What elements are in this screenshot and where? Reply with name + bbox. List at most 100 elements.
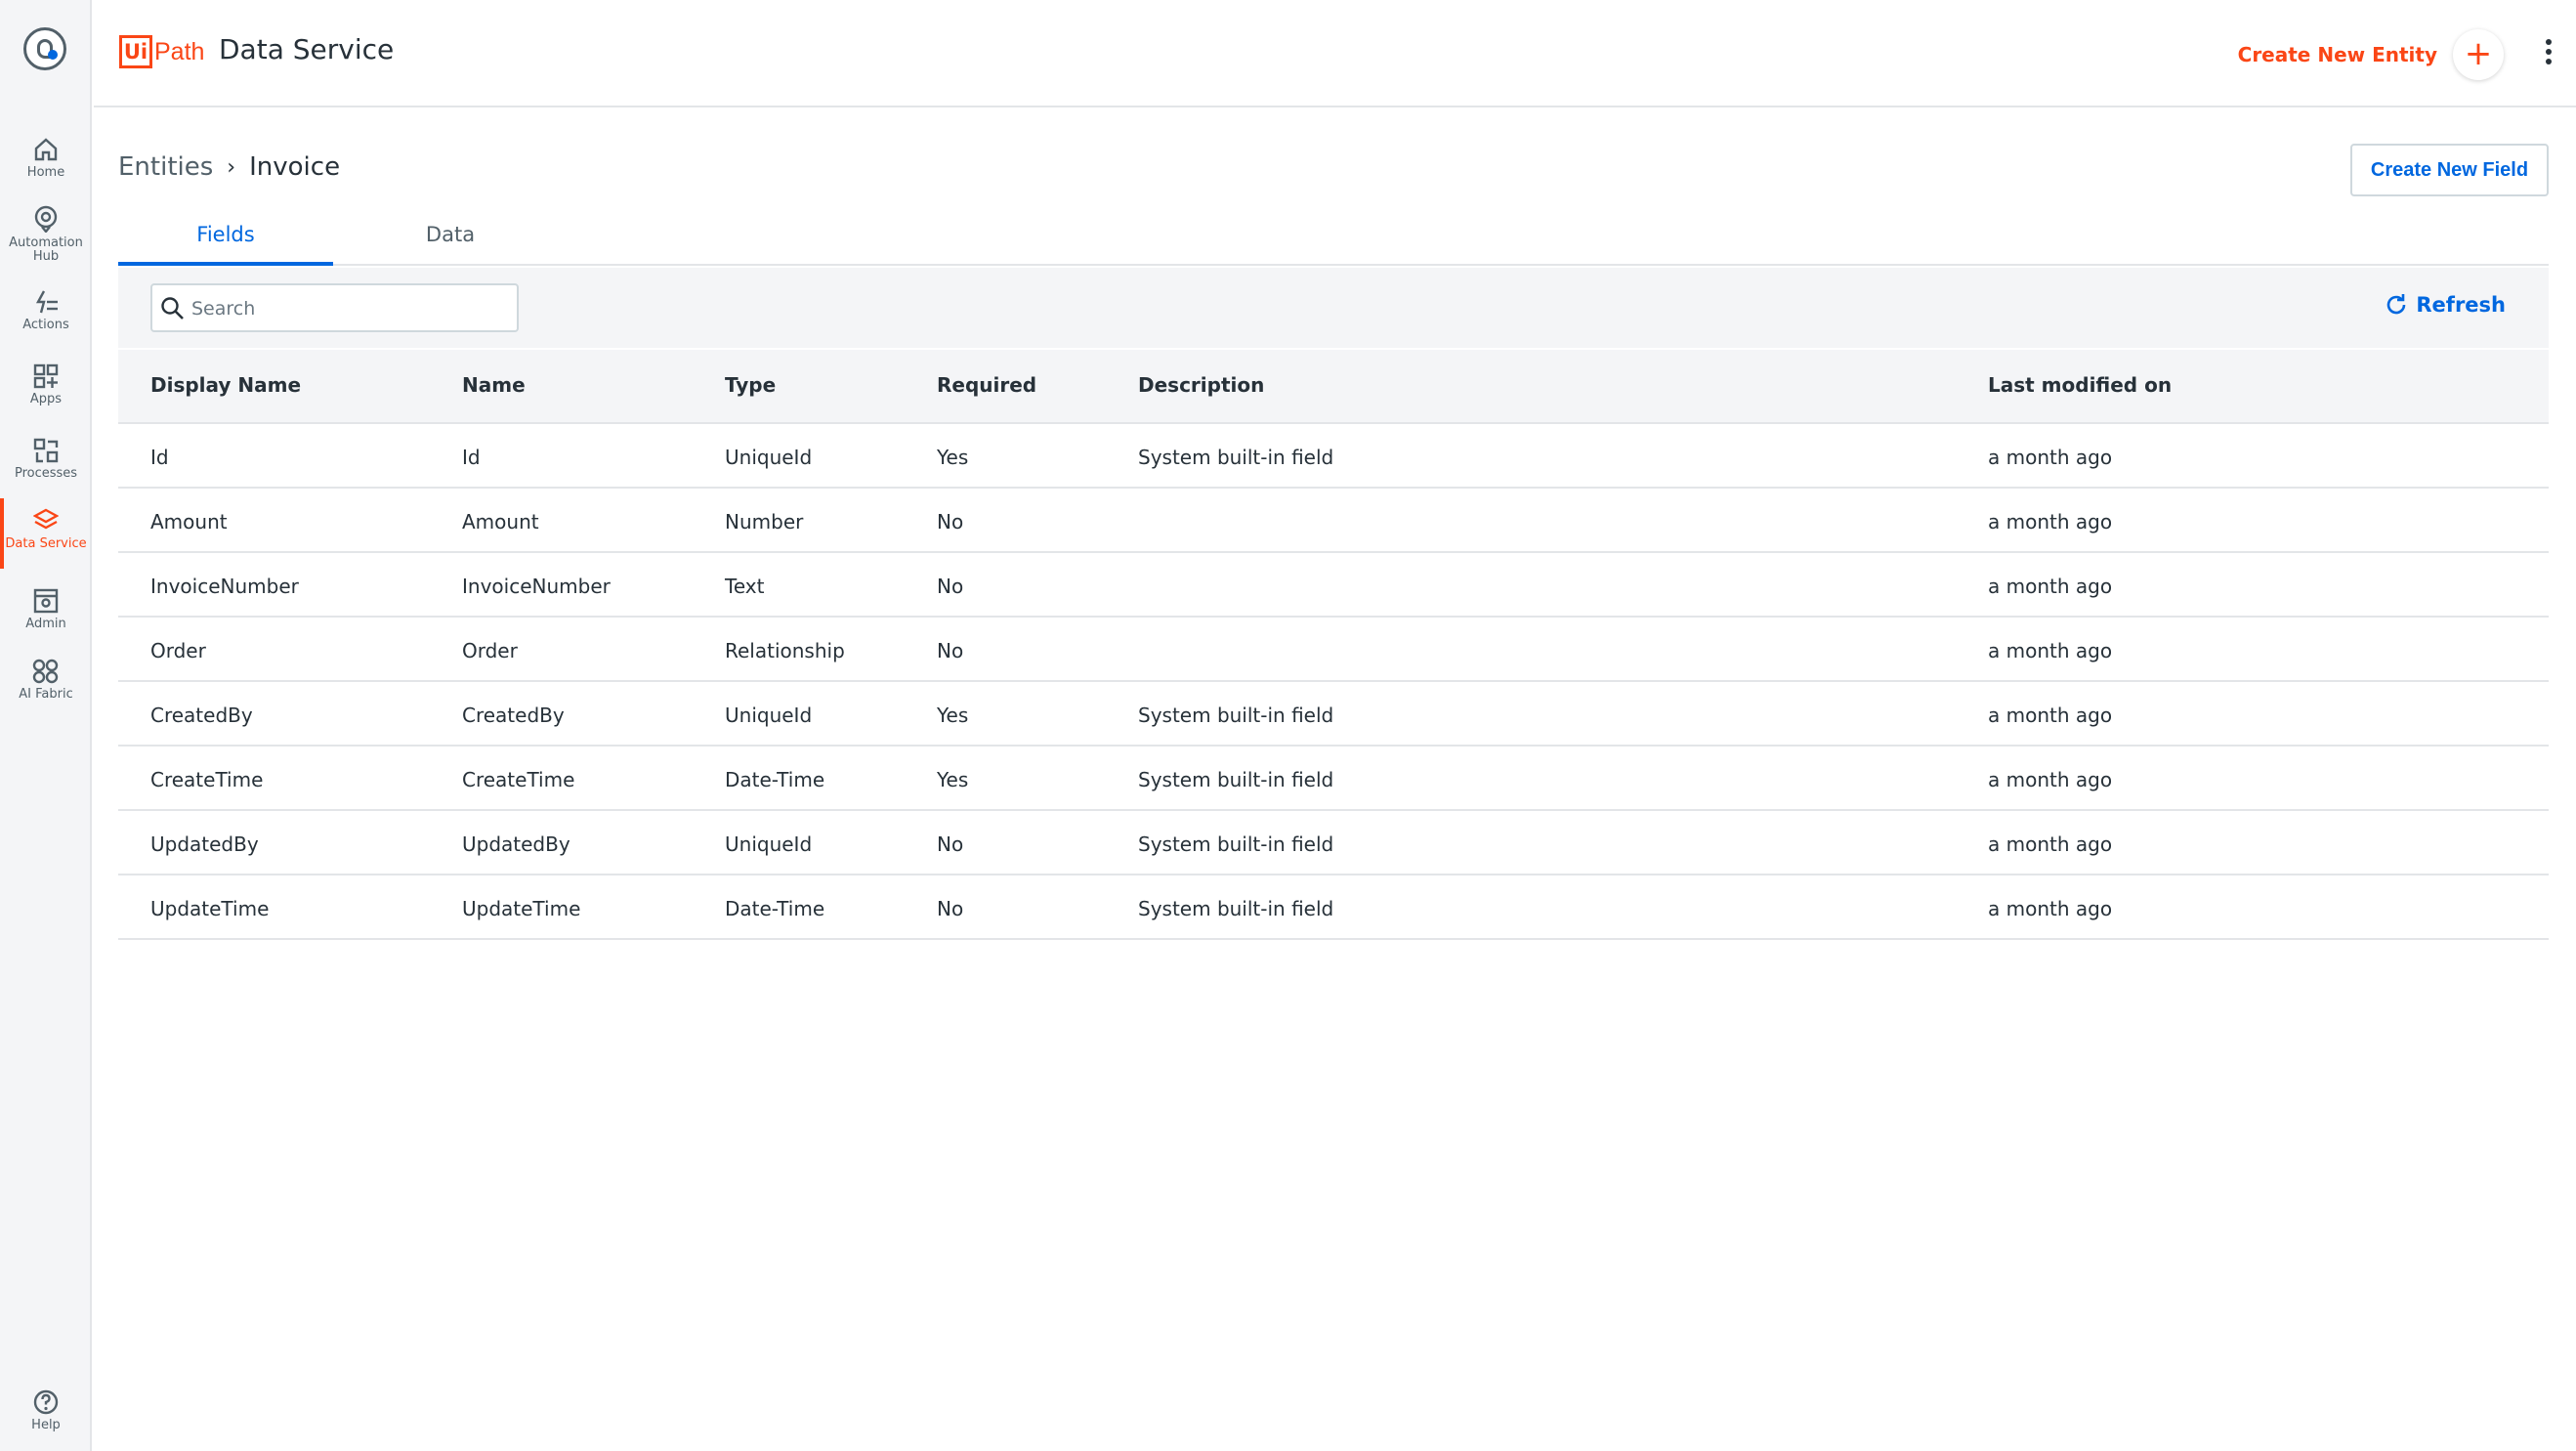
cell-type: Text [725, 575, 765, 598]
cell-required: No [937, 639, 964, 662]
cell-name: InvoiceNumber [462, 575, 611, 598]
rail-item-label: Admin [25, 617, 66, 631]
cell-last-modified: a month ago [1988, 446, 2113, 469]
cell-display-name: CreateTime [150, 768, 264, 791]
home-icon [34, 138, 58, 161]
rail-item-actions[interactable]: Actions [0, 289, 92, 332]
cell-name: Order [462, 639, 518, 662]
rail-item-label: Apps [29, 392, 63, 406]
search-icon [161, 297, 184, 320]
cell-display-name: Id [150, 446, 169, 469]
rail-item-automation-hub[interactable]: Automation Hub [0, 205, 92, 264]
table-row[interactable]: UpdatedBy UpdatedBy UniqueId No System b… [118, 811, 2549, 875]
table-row[interactable]: CreatedBy CreatedBy UniqueId Yes System … [118, 682, 2549, 747]
cell-last-modified: a month ago [1988, 897, 2113, 920]
column-header-type[interactable]: Type [725, 373, 776, 397]
uipath-logo[interactable]: Ui Path [119, 35, 204, 68]
breadcrumb-entities-link[interactable]: Entities [118, 152, 213, 182]
tab-fields[interactable]: Fields [118, 215, 333, 266]
table-row[interactable]: CreateTime CreateTime Date-Time Yes Syst… [118, 747, 2549, 811]
rail-item-ai-fabric[interactable]: AI Fabric [0, 659, 92, 702]
cell-name: CreateTime [462, 768, 575, 791]
column-header-display-name[interactable]: Display Name [150, 373, 301, 397]
cell-last-modified: a month ago [1988, 575, 2113, 598]
cell-description: System built-in field [1138, 897, 1334, 920]
data-service-icon [33, 508, 59, 530]
rail-item-label: AI Fabric [19, 687, 73, 702]
cell-description: System built-in field [1138, 704, 1334, 727]
table-toolbar: Refresh [118, 268, 2549, 348]
app-title: Data Service [219, 33, 395, 65]
cell-required: No [937, 510, 964, 533]
table-row[interactable]: Order Order Relationship No a month ago [118, 618, 2549, 682]
automation-hub-icon [34, 205, 58, 233]
create-new-field-button[interactable]: Create New Field [2350, 144, 2549, 196]
rail-item-apps[interactable]: Apps [0, 363, 92, 406]
column-header-description[interactable]: Description [1138, 373, 1264, 397]
cell-name: UpdateTime [462, 897, 581, 920]
cell-description: System built-in field [1138, 446, 1334, 469]
more-options-icon[interactable] [2543, 39, 2555, 68]
rail-item-label: Processes [14, 466, 78, 481]
table-row[interactable]: InvoiceNumber InvoiceNumber Text No a mo… [118, 553, 2549, 618]
rail-item-label: Data Service [5, 536, 87, 551]
rail-item-help[interactable]: Help [0, 1389, 92, 1432]
processes-icon [33, 438, 59, 463]
cell-required: Yes [937, 768, 969, 791]
chevron-right-icon: › [227, 154, 236, 180]
cell-name: Id [462, 446, 481, 469]
rail-item-data-service[interactable]: Data Service [0, 498, 92, 569]
cell-display-name: Amount [150, 510, 228, 533]
cell-display-name: UpdateTime [150, 897, 270, 920]
cell-name: UpdatedBy [462, 832, 570, 856]
rail-item-label: Help [31, 1418, 61, 1432]
admin-icon [33, 588, 59, 614]
cell-type: UniqueId [725, 446, 813, 469]
top-header: Ui Path Data Service Create New Entity + [94, 0, 2576, 107]
search-input[interactable] [191, 295, 504, 322]
cell-required: No [937, 832, 964, 856]
cell-display-name: Order [150, 639, 206, 662]
column-header-name[interactable]: Name [462, 373, 526, 397]
cell-type: UniqueId [725, 704, 813, 727]
actions-icon [35, 290, 58, 314]
table-header: Display Name Name Type Required Descript… [118, 350, 2549, 424]
help-icon [33, 1389, 59, 1415]
rail-item-label: Home [26, 165, 65, 180]
logo-path: Path [154, 37, 205, 65]
cell-type: Date-Time [725, 768, 825, 791]
refresh-label: Refresh [2416, 293, 2506, 317]
table-row[interactable]: UpdateTime UpdateTime Date-Time No Syste… [118, 875, 2549, 940]
create-new-entity-link[interactable]: Create New Entity [2238, 43, 2437, 66]
table-row[interactable]: Amount Amount Number No a month ago [118, 489, 2549, 553]
cell-name: Amount [462, 510, 539, 533]
cell-name: CreatedBy [462, 704, 565, 727]
rail-item-home[interactable]: Home [0, 137, 92, 180]
cell-display-name: UpdatedBy [150, 832, 259, 856]
table-row[interactable]: Id Id UniqueId Yes System built-in field… [118, 424, 2549, 489]
cell-last-modified: a month ago [1988, 510, 2113, 533]
cell-last-modified: a month ago [1988, 704, 2113, 727]
cell-type: Relationship [725, 639, 845, 662]
column-header-required[interactable]: Required [937, 373, 1036, 397]
create-new-entity-button[interactable]: + [2453, 29, 2504, 80]
rail-item-admin[interactable]: Admin [0, 588, 92, 631]
cell-type: Date-Time [725, 897, 825, 920]
fields-table: Display Name Name Type Required Descript… [118, 350, 2549, 940]
rail-item-processes[interactable]: Processes [0, 438, 92, 481]
tab-data[interactable]: Data [343, 215, 558, 266]
left-rail: Home Automation Hub Actions Apps Process… [0, 0, 92, 1451]
rail-item-label: Automation Hub [9, 235, 83, 264]
rail-item-label: Actions [22, 318, 69, 332]
cell-description: System built-in field [1138, 832, 1334, 856]
apps-icon [33, 363, 59, 389]
account-status-dot [48, 50, 58, 60]
plus-icon: + [2464, 34, 2493, 73]
breadcrumb: Entities › Invoice [118, 152, 340, 182]
column-header-last-modified[interactable]: Last modified on [1988, 373, 2172, 397]
cell-display-name: CreatedBy [150, 704, 253, 727]
refresh-button[interactable]: Refresh [2385, 293, 2506, 317]
cell-type: UniqueId [725, 832, 813, 856]
account-avatar[interactable] [23, 27, 66, 70]
refresh-icon [2387, 294, 2406, 315]
